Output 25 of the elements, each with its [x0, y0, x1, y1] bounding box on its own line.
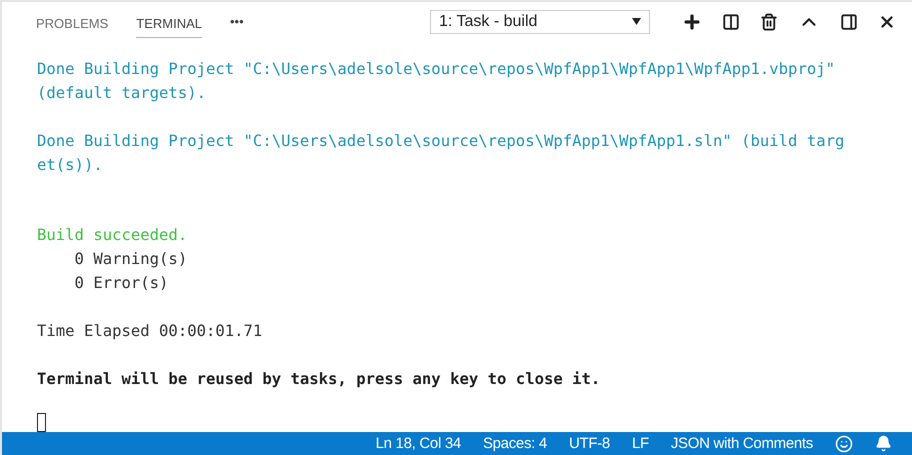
terminal-line: et(s)).	[37, 155, 103, 176]
status-item[interactable]: JSON with Comments	[670, 435, 813, 452]
panel-tab[interactable]: TERMINAL	[136, 10, 202, 38]
status-item[interactable]: Ln 18, Col 34	[376, 435, 461, 452]
panel-icon[interactable]	[840, 12, 858, 31]
terminal-line: Done Building Project "C:\Users\adelsole\source\repos\WpfApp1\WpfApp1\WpfApp1.vbproj"	[37, 59, 835, 80]
status-item[interactable]: UTF-8	[568, 435, 610, 452]
terminal-line: 0 Warning(s)	[74, 249, 188, 270]
status-item[interactable]: LF	[632, 435, 649, 452]
smiley-icon[interactable]	[835, 434, 853, 453]
status-item[interactable]: Spaces: 4	[482, 435, 547, 452]
terminal-line: Terminal will be reused by tasks, press any key to close it.	[37, 369, 600, 390]
terminal-line: Time Elapsed 00:00:01.71	[37, 321, 262, 342]
terminal-line: (default targets).	[37, 83, 206, 104]
bell-icon[interactable]	[875, 435, 892, 452]
more-actions-button[interactable]: •••	[230, 14, 244, 30]
terminal-line: 0 Error(s)	[74, 273, 168, 294]
add-icon[interactable]	[682, 12, 702, 32]
trash-icon[interactable]	[760, 12, 778, 31]
terminal-line: Build succeeded.	[37, 225, 188, 246]
terminal-line: Done Building Project "C:\Users\adelsole\source\repos\WpfApp1\WpfApp1.sln" (build targ	[37, 131, 844, 152]
panel-tab[interactable]: PROBLEMS	[36, 10, 108, 38]
dropdown-caret-icon	[632, 18, 641, 26]
split-icon[interactable]	[722, 12, 740, 31]
terminal-select[interactable]: 1: Task - build	[430, 10, 650, 34]
